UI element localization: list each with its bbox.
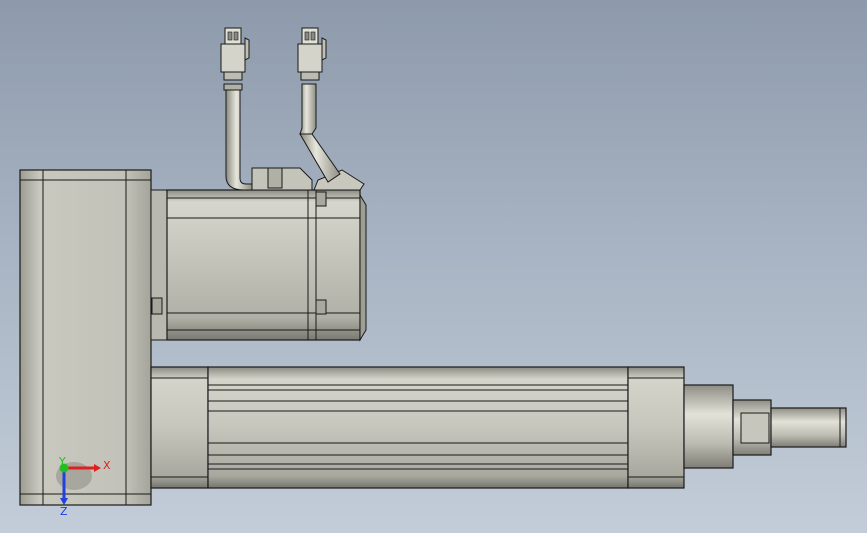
cad-viewport[interactable]: X Y Z: [0, 0, 867, 533]
motor-adapter-flange[interactable]: [150, 189, 168, 341]
actuator-model-view[interactable]: X Y Z: [0, 0, 867, 533]
front-end-cap[interactable]: [627, 366, 685, 489]
servo-motor[interactable]: [166, 189, 367, 342]
rod-bushing[interactable]: [732, 399, 772, 456]
z-axis-label: Z: [60, 505, 68, 518]
x-axis-label: X: [103, 459, 111, 472]
actuator-tube[interactable]: [207, 366, 629, 489]
connector-right[interactable]: [297, 27, 327, 81]
rod-nose[interactable]: [683, 384, 734, 469]
mounting-block[interactable]: [19, 169, 152, 506]
rear-end-cap[interactable]: [150, 366, 209, 489]
connector-left[interactable]: [220, 27, 250, 81]
cable-assembly-right[interactable]: [299, 83, 341, 183]
y-axis-label: Y: [58, 455, 66, 468]
piston-rod[interactable]: [770, 407, 847, 448]
cable-outlet-left[interactable]: [251, 167, 313, 191]
cable-assembly-left[interactable]: [223, 83, 253, 191]
